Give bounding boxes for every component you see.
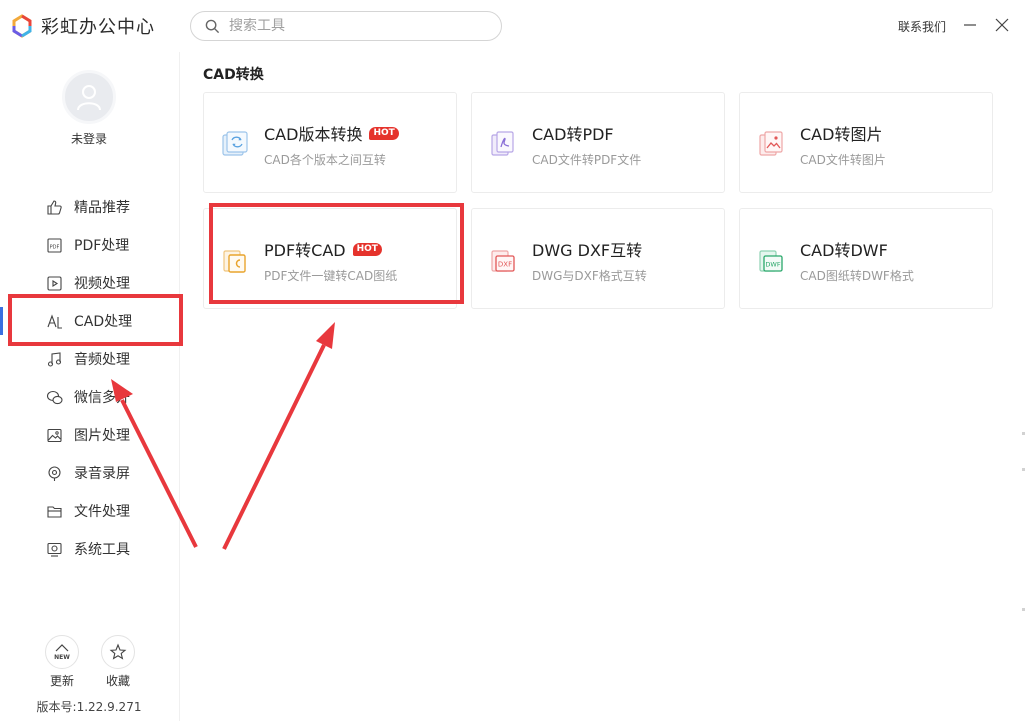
- sidebar-item-wechat[interactable]: 微信多开: [0, 378, 180, 416]
- search-input[interactable]: [229, 18, 469, 34]
- cad-to-dwf-icon: DWF: [759, 250, 783, 272]
- wechat-icon: [46, 390, 63, 404]
- edge-mark: [1022, 608, 1025, 611]
- cad-version-icon: [222, 131, 248, 156]
- pdf-to-cad-icon: [223, 250, 246, 273]
- new-update-icon: NEW: [54, 644, 70, 661]
- sidebar-item-image[interactable]: 图片处理: [0, 416, 180, 454]
- svg-text:DWF: DWF: [765, 261, 780, 269]
- video-icon: [47, 275, 62, 291]
- app-logo: 彩虹办公中心: [10, 12, 155, 40]
- login-status[interactable]: 未登录: [0, 130, 178, 147]
- update-button[interactable]: NEW: [45, 635, 79, 669]
- sidebar-item-record[interactable]: 录音录屏: [0, 454, 180, 492]
- pdf-icon: PDF: [47, 237, 62, 253]
- cad-to-pdf-icon: [491, 131, 514, 156]
- sidebar-item-cad[interactable]: CAD处理: [0, 302, 180, 340]
- image-icon: [47, 428, 62, 442]
- card-description: DWG与DXF格式互转: [532, 269, 647, 283]
- contact-us-link[interactable]: 联系我们: [898, 18, 946, 35]
- favorite-label: 收藏: [105, 674, 130, 688]
- minimize-icon[interactable]: [962, 17, 978, 33]
- dwg-dxf-icon: DXF: [491, 250, 515, 272]
- card-title: DWG DXF互转: [532, 241, 643, 260]
- edge-mark: [1022, 468, 1025, 471]
- search-bar[interactable]: [190, 11, 502, 41]
- update-label: 更新: [49, 674, 74, 688]
- favorite-button[interactable]: [101, 635, 135, 669]
- tool-card-cad-to-pdf[interactable]: CAD转PDF CAD文件转PDF文件: [471, 92, 725, 193]
- card-title: PDF转CAD HOT: [264, 237, 382, 261]
- sidebar-item-label: 录音录屏: [74, 466, 130, 482]
- card-description: CAD文件转PDF文件: [532, 153, 642, 167]
- sidebar-item-file[interactable]: 文件处理: [0, 492, 180, 530]
- sidebar-item-video[interactable]: 视频处理: [0, 264, 180, 302]
- sidebar-item-label: 视频处理: [74, 276, 130, 292]
- sidebar-nav: 精品推荐 PDF PDF处理 视频处理 CAD处理 音频处理 微信多开 图片处理…: [0, 188, 180, 568]
- card-description: CAD文件转图片: [800, 153, 886, 167]
- hot-badge: HOT: [352, 242, 382, 256]
- hot-badge: HOT: [369, 126, 399, 140]
- tool-card-cad-to-dwf[interactable]: DWF CAD转DWF CAD图纸转DWF格式: [739, 208, 993, 309]
- user-icon: [77, 85, 101, 111]
- tool-card-cad-to-image[interactable]: CAD转图片 CAD文件转图片: [739, 92, 993, 193]
- sidebar-item-label: 微信多开: [74, 390, 130, 406]
- sidebar-item-label: PDF处理: [74, 238, 130, 254]
- record-icon: [48, 465, 61, 481]
- sidebar-item-audio[interactable]: 音频处理: [0, 340, 180, 378]
- tool-card-cad-version[interactable]: CAD版本转换 HOT CAD各个版本之间互转: [203, 92, 457, 193]
- cad-to-image-icon: [759, 131, 783, 156]
- system-icon: [47, 542, 62, 557]
- sidebar-item-label: 文件处理: [74, 504, 130, 520]
- sidebar-item-label: 精品推荐: [74, 200, 130, 216]
- card-description: CAD图纸转DWF格式: [800, 269, 914, 283]
- sidebar-item-system[interactable]: 系统工具: [0, 530, 180, 568]
- sidebar-item-pdf[interactable]: PDF PDF处理: [0, 226, 180, 264]
- close-icon[interactable]: [994, 17, 1010, 33]
- folder-icon: [47, 505, 62, 518]
- app-window: 彩虹办公中心 联系我们 未登录 精品推荐: [0, 0, 1026, 721]
- tool-card-dwg-dxf[interactable]: DXF DWG DXF互转 DWG与DXF格式互转: [471, 208, 725, 309]
- cad-icon: [47, 313, 62, 329]
- music-icon: [47, 351, 62, 367]
- section-title: CAD转换: [203, 67, 264, 83]
- sidebar-item-label: 音频处理: [74, 352, 130, 368]
- thumbs-up-icon: [47, 199, 62, 215]
- card-title: CAD转图片: [800, 125, 883, 144]
- card-title: CAD转PDF: [532, 125, 614, 144]
- rainbow-logo-icon: [12, 14, 32, 38]
- avatar[interactable]: [62, 70, 116, 124]
- sidebar-item-label: CAD处理: [74, 314, 133, 330]
- card-description: PDF文件一键转CAD图纸: [264, 269, 398, 283]
- card-description: CAD各个版本之间互转: [264, 153, 386, 167]
- svg-text:DXF: DXF: [498, 261, 512, 269]
- sidebar-item-label: 图片处理: [74, 428, 130, 444]
- sidebar: 未登录 精品推荐 PDF PDF处理 视频处理 CAD处理 音频处理 微信多开 …: [0, 52, 180, 721]
- card-title: CAD转DWF: [800, 241, 888, 260]
- app-title: 彩虹办公中心: [41, 17, 155, 38]
- svg-text:PDF: PDF: [50, 244, 60, 250]
- star-icon: [109, 643, 127, 660]
- update-badge: NEW: [54, 654, 70, 661]
- version-label: 版本号:1.22.9.271: [36, 700, 142, 714]
- edge-mark: [1022, 432, 1025, 435]
- tool-card-pdf-to-cad[interactable]: PDF转CAD HOT PDF文件一键转CAD图纸: [203, 208, 457, 309]
- sidebar-item-recommended[interactable]: 精品推荐: [0, 188, 180, 226]
- sidebar-item-label: 系统工具: [74, 542, 130, 558]
- search-icon: [205, 19, 220, 33]
- card-title: CAD版本转换 HOT: [264, 121, 399, 145]
